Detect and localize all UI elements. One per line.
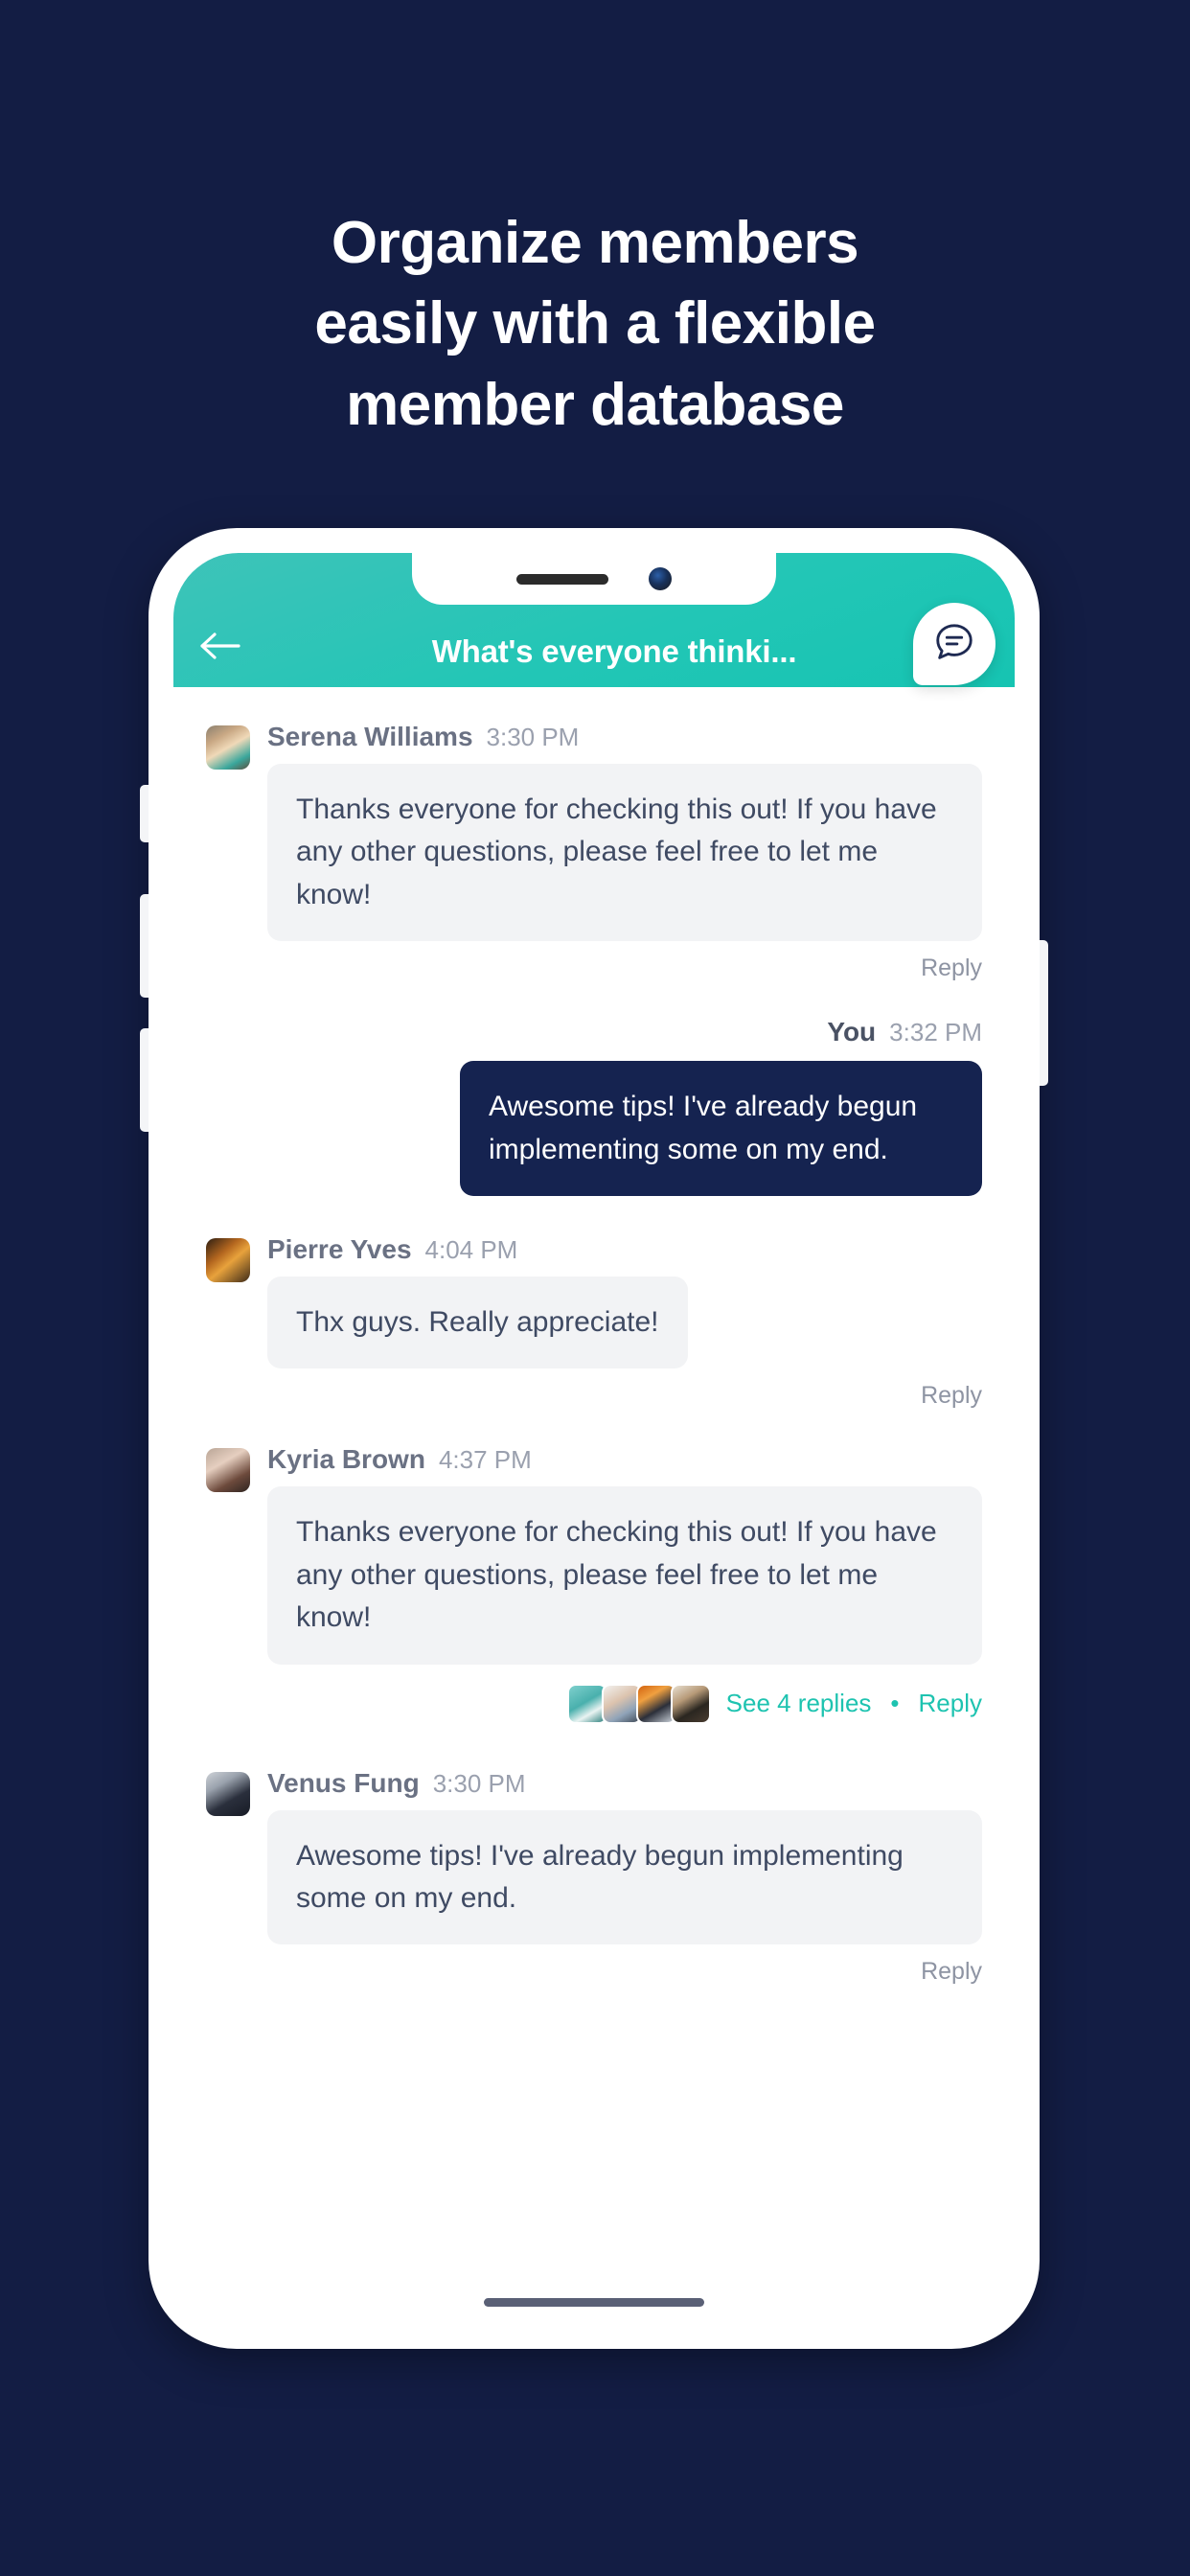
device-notch — [412, 553, 776, 605]
app-header: What's everyone thinki... — [173, 553, 1015, 687]
reply-link[interactable]: Reply — [267, 954, 982, 982]
phone-mockup: What's everyone thinki... Serena William… — [140, 528, 1048, 2349]
sender-name: Kyria Brown — [267, 1444, 425, 1475]
sender-name: Serena Williams — [267, 722, 473, 751]
avatar[interactable] — [206, 725, 250, 770]
timestamp: 3:32 PM — [889, 1018, 982, 1047]
timestamp: 4:37 PM — [438, 1445, 532, 1475]
headline-line-2: easily with a flexible — [314, 290, 876, 357]
timestamp: 3:30 PM — [486, 723, 580, 751]
message-item: Kyria Brown 4:37 PM Thanks everyone for … — [206, 1444, 982, 1761]
message-bubble: Thanks everyone for checking this out! I… — [267, 1486, 982, 1665]
thread-summary: See 4 replies • Reply — [267, 1683, 982, 1724]
headline-line-3: member database — [346, 371, 844, 438]
message-item: Serena Williams 3:30 PM Thanks everyone … — [206, 722, 982, 1011]
message-bubble: Awesome tips! I've already begun impleme… — [460, 1061, 982, 1196]
message-meta: You 3:32 PM — [827, 1017, 982, 1047]
avatar[interactable] — [206, 1771, 250, 1816]
avatar[interactable] — [206, 1448, 250, 1493]
speaker-grille-icon — [516, 573, 608, 585]
new-message-button[interactable] — [913, 603, 995, 685]
message-item-outgoing: You 3:32 PM Awesome tips! I've already b… — [206, 1017, 982, 1196]
separator-dot: • — [890, 1689, 900, 1718]
message-meta: Venus Fung 3:30 PM — [267, 1768, 982, 1799]
avatar[interactable] — [670, 1683, 711, 1724]
sender-name: Pierre Yves — [267, 1233, 412, 1264]
message-item: Venus Fung 3:30 PM Awesome tips! I've al… — [206, 1768, 982, 2015]
front-camera-icon — [649, 567, 672, 590]
message-meta: Pierre Yves 4:04 PM — [267, 1234, 982, 1265]
home-indicator[interactable] — [484, 2298, 704, 2307]
see-replies-link[interactable]: See 4 replies — [726, 1689, 872, 1718]
message-meta: Kyria Brown 4:37 PM — [267, 1444, 982, 1475]
thread-participants — [566, 1683, 711, 1724]
headline-line-1: Organize members — [331, 210, 859, 276]
avatar[interactable] — [206, 1237, 250, 1282]
message-list[interactable]: Serena Williams 3:30 PM Thanks everyone … — [173, 687, 1015, 2324]
chat-bubble-icon — [932, 620, 976, 669]
reply-link[interactable]: Reply — [267, 1958, 982, 1986]
power-button[interactable] — [1040, 940, 1048, 1086]
message-bubble: Thanks everyone for checking this out! I… — [267, 764, 982, 942]
arrow-left-icon — [198, 631, 240, 666]
volume-down-button[interactable] — [140, 1028, 149, 1132]
message-meta: Serena Williams 3:30 PM — [267, 722, 982, 752]
message-bubble: Thx guys. Really appreciate! — [267, 1276, 688, 1369]
timestamp: 4:04 PM — [424, 1234, 518, 1264]
page-title: What's everyone thinki... — [431, 633, 797, 669]
message-item: Pierre Yves 4:04 PM Thx guys. Really app… — [206, 1234, 982, 1438]
sender-name: Venus Fung — [267, 1767, 420, 1798]
reply-link[interactable]: Reply — [919, 1689, 982, 1718]
page-headline: Organize members easily with a flexible … — [0, 203, 1190, 446]
message-bubble: Awesome tips! I've already begun impleme… — [267, 1809, 982, 1945]
mute-switch[interactable] — [140, 785, 149, 842]
reply-link[interactable]: Reply — [267, 1382, 982, 1410]
volume-up-button[interactable] — [140, 894, 149, 998]
timestamp: 3:30 PM — [432, 1768, 526, 1798]
back-button[interactable] — [198, 626, 248, 670]
phone-screen: What's everyone thinki... Serena William… — [173, 553, 1015, 2324]
sender-name: You — [827, 1017, 877, 1047]
